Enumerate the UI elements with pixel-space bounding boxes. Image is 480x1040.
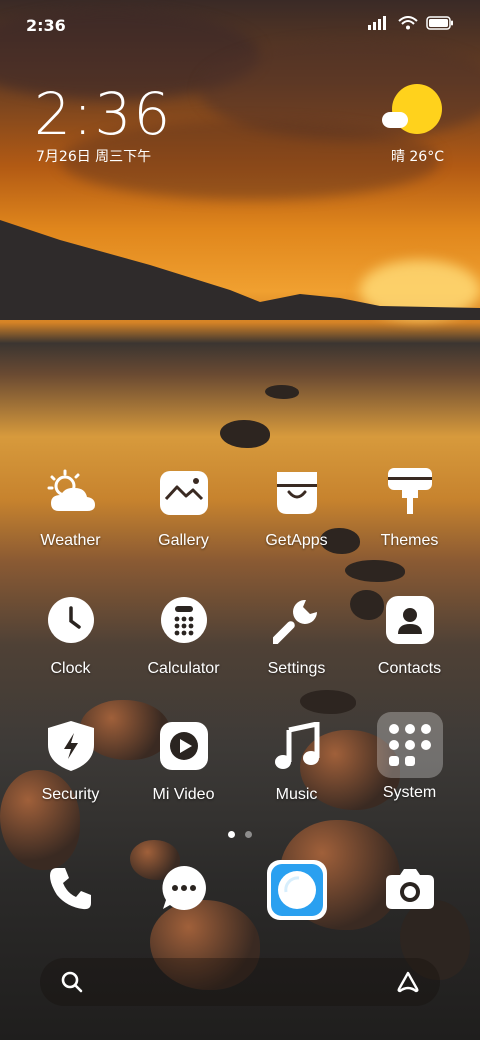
app-settings[interactable]: Settings — [240, 594, 353, 678]
dock-browser[interactable] — [240, 860, 353, 920]
dock-camera[interactable] — [353, 862, 466, 914]
assistant-icon[interactable] — [396, 970, 420, 994]
getapps-icon — [271, 466, 323, 518]
messages-icon — [158, 862, 210, 914]
contacts-icon — [384, 594, 436, 646]
app-label: System — [382, 784, 437, 801]
calculator-icon — [158, 594, 210, 646]
phone-icon — [45, 862, 97, 914]
cloud-icon — [382, 112, 408, 128]
app-label: GetApps — [265, 532, 328, 549]
app-clock[interactable]: Clock — [14, 594, 127, 678]
weather-widget-text: 晴 26°C — [390, 149, 444, 165]
app-music[interactable]: Music — [240, 720, 353, 804]
app-calculator[interactable]: Calculator — [127, 594, 240, 678]
app-label: Mi Video — [152, 786, 215, 803]
app-label: Security — [41, 786, 100, 803]
app-weather[interactable]: Weather — [14, 466, 127, 550]
dock-phone[interactable] — [14, 862, 127, 914]
status-bar: 2:36 — [0, 0, 480, 48]
status-time: 2:36 — [26, 16, 66, 35]
page-indicator[interactable] — [0, 831, 480, 838]
page-dot-1[interactable] — [228, 831, 235, 838]
video-icon — [158, 720, 210, 772]
search-icon[interactable] — [60, 970, 84, 994]
mountains — [0, 220, 480, 320]
dock — [0, 860, 480, 922]
system-folder-icon — [376, 712, 443, 778]
app-mi-video[interactable]: Mi Video — [127, 720, 240, 804]
settings-icon — [271, 594, 323, 646]
camera-icon — [384, 862, 436, 914]
app-themes[interactable]: Themes — [353, 466, 466, 550]
app-label: Settings — [267, 660, 326, 677]
app-label: Themes — [380, 532, 439, 549]
weather-icon — [45, 466, 97, 518]
app-label: Weather — [40, 532, 101, 549]
clock-widget-date: 7月26日 周三下午 — [36, 149, 152, 165]
page-dot-2[interactable] — [245, 831, 252, 838]
app-gallery[interactable]: Gallery — [127, 466, 240, 550]
clock-icon — [45, 594, 97, 646]
app-label: Music — [275, 786, 318, 803]
app-getapps[interactable]: GetApps — [240, 466, 353, 550]
app-label: Gallery — [158, 532, 209, 549]
app-contacts[interactable]: Contacts — [353, 594, 466, 678]
search-bar[interactable] — [40, 958, 440, 1006]
browser-icon — [266, 860, 327, 920]
themes-icon — [384, 466, 436, 518]
app-label: Clock — [50, 660, 91, 677]
app-label: Calculator — [147, 660, 220, 677]
security-icon — [45, 720, 97, 772]
app-security[interactable]: Security — [14, 720, 127, 804]
clock-widget-time[interactable]: 2:36 — [34, 80, 172, 148]
battery-icon — [426, 16, 453, 30]
music-icon — [271, 720, 323, 772]
app-label: Contacts — [377, 660, 442, 677]
app-folder-system[interactable]: System — [353, 712, 466, 802]
gallery-icon — [158, 466, 210, 518]
wifi-icon — [398, 16, 418, 30]
signal-icon — [368, 16, 386, 30]
dock-messages[interactable] — [127, 862, 240, 914]
